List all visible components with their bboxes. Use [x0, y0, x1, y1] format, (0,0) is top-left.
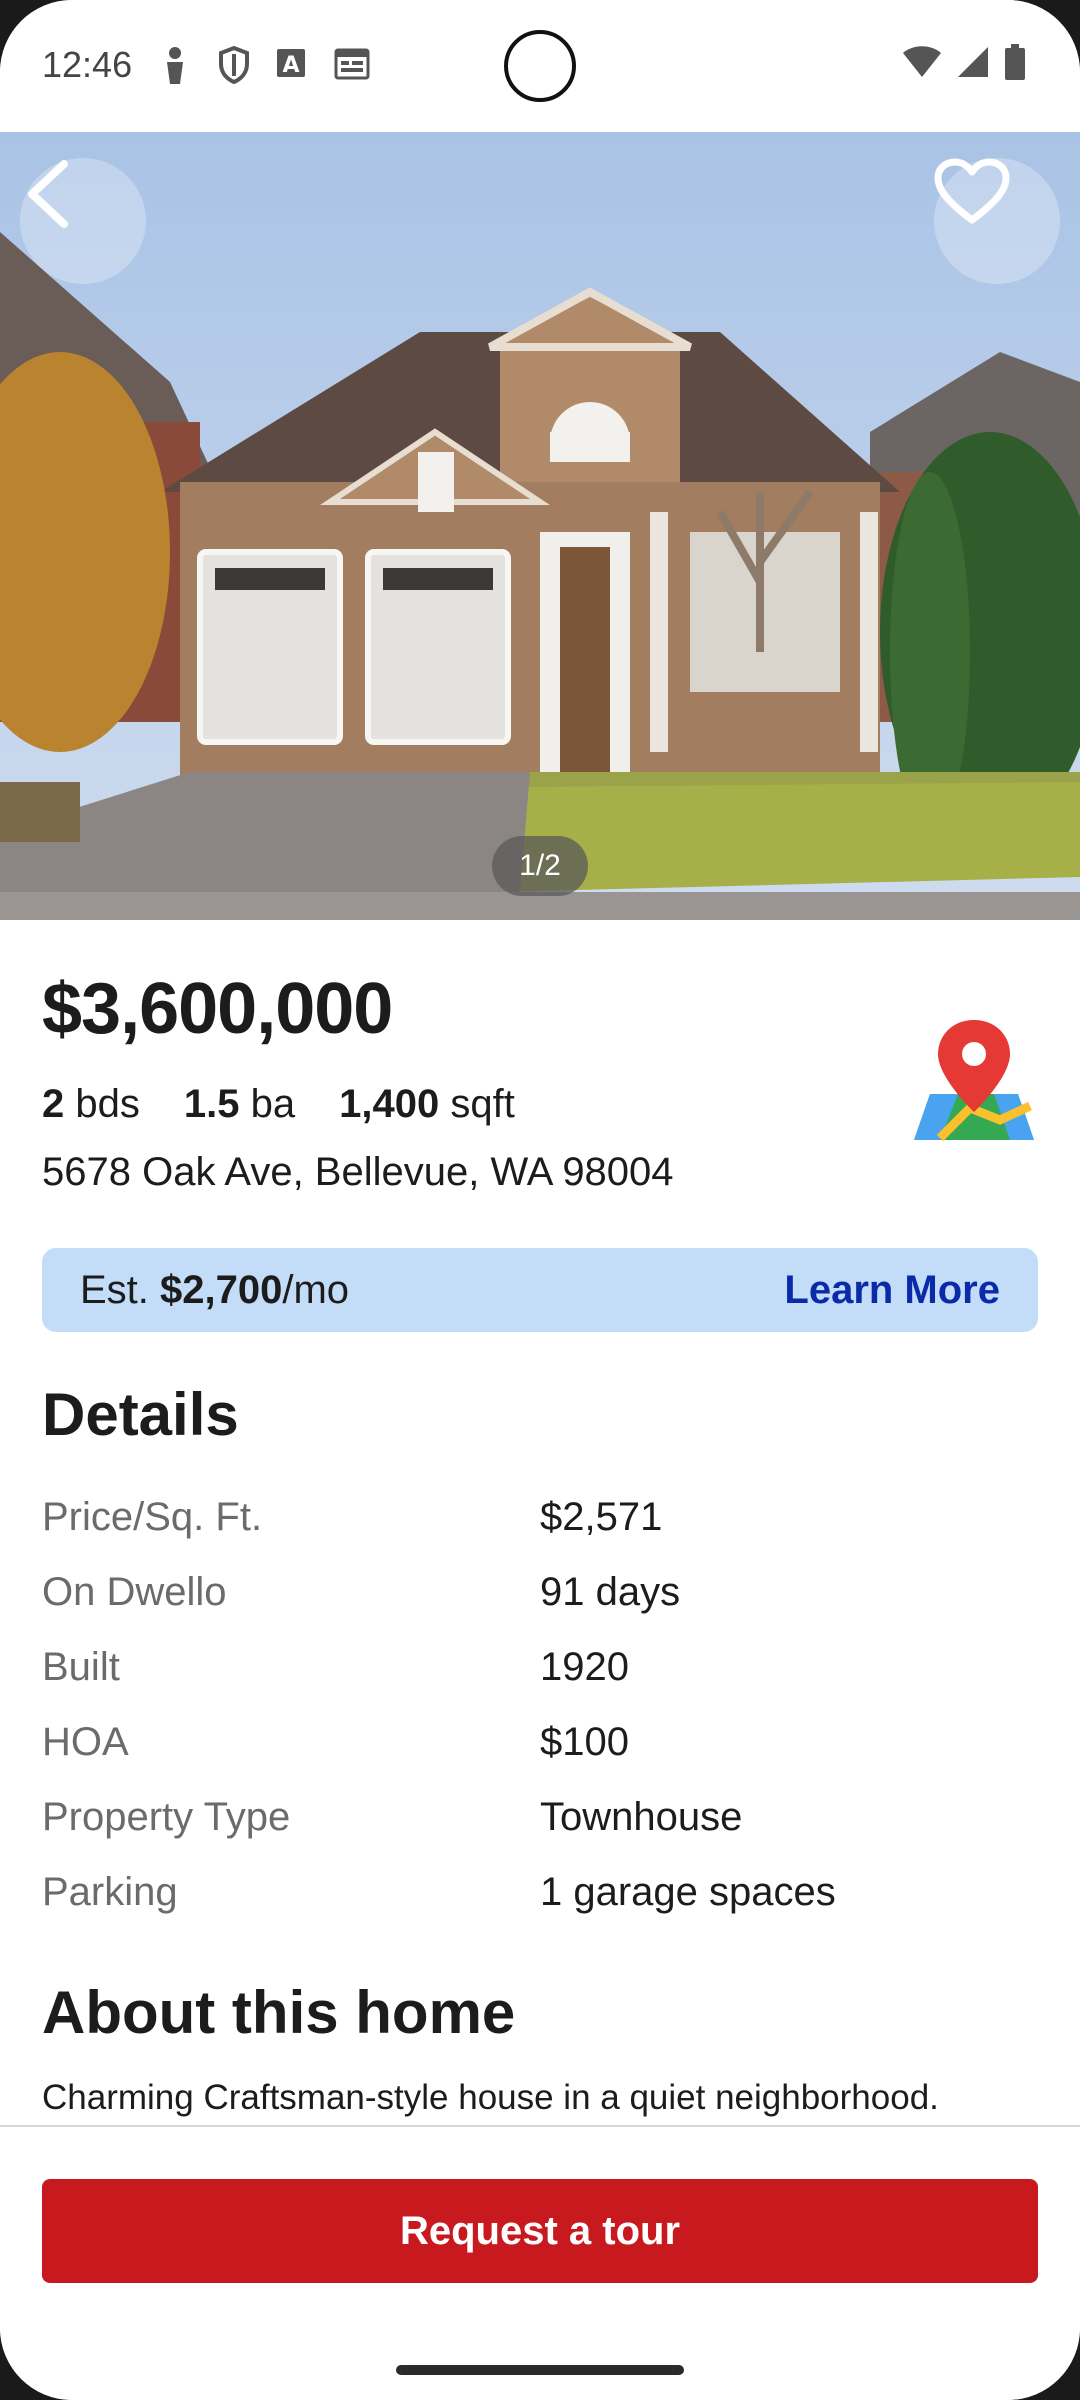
- estimate-amount: $2,700: [160, 1267, 283, 1312]
- estimate-suffix: /mo: [282, 1267, 350, 1312]
- listing-photo-carousel[interactable]: 1/2: [0, 132, 1080, 920]
- wifi-icon: [902, 45, 942, 84]
- calendar-icon: [334, 46, 370, 84]
- learn-more-link[interactable]: Learn More: [784, 1268, 1000, 1313]
- details-heading: Details: [42, 1381, 239, 1448]
- status-icons-left: A: [160, 45, 370, 85]
- baths-unit: ba: [250, 1082, 296, 1126]
- listing-content: $3,600,000 2 bds 1.5 ba 1,400 sqft 5678 …: [0, 920, 1080, 2125]
- estimate-text: Est. $2,700/mo: [80, 1268, 349, 1313]
- detail-row: Built 1920: [42, 1630, 1038, 1705]
- detail-row: HOA $100: [42, 1705, 1038, 1780]
- status-time: 12:46: [42, 44, 133, 85]
- estimate-prefix: Est.: [80, 1267, 149, 1312]
- screen: 12:46 A 1/2 $3,600,000 2 bds 1.5 ba 1,40…: [0, 0, 1080, 2400]
- house-photo: [0, 132, 1080, 920]
- detail-value: 1 garage spaces: [540, 1870, 836, 1914]
- detail-label: Property Type: [42, 1795, 291, 1839]
- camera-cutout: [504, 30, 576, 102]
- detail-value: Townhouse: [540, 1795, 743, 1839]
- detail-label: Built: [42, 1645, 120, 1689]
- detail-row: Property Type Townhouse: [42, 1780, 1038, 1855]
- detail-label: Price/Sq. Ft.: [42, 1495, 263, 1539]
- sqft-unit: sqft: [450, 1082, 515, 1126]
- beds-unit: bds: [75, 1082, 140, 1126]
- listing-address: 5678 Oak Ave, Bellevue, WA 98004: [42, 1150, 674, 1194]
- request-tour-button[interactable]: Request a tour: [42, 2179, 1038, 2283]
- person-icon: [160, 46, 194, 84]
- baths: 1.5 ba: [184, 1082, 295, 1127]
- battery-icon: [1004, 44, 1026, 85]
- shield-icon: [218, 45, 252, 85]
- payment-estimate-bar: Est. $2,700/mo Learn More: [42, 1248, 1038, 1332]
- detail-label: HOA: [42, 1720, 129, 1764]
- detail-value: $2,571: [540, 1495, 663, 1539]
- listing-specs: 2 bds 1.5 ba 1,400 sqft: [42, 1082, 515, 1127]
- photo-counter: 1/2: [492, 836, 588, 896]
- status-bar: 12:46 A: [0, 0, 1080, 132]
- detail-value: 1920: [540, 1645, 629, 1689]
- detail-row: On Dwello 91 days: [42, 1555, 1038, 1630]
- map-pin-icon[interactable]: [910, 1016, 1038, 1144]
- beds-value: 2: [42, 1082, 65, 1126]
- detail-value: 91 days: [540, 1570, 681, 1614]
- back-button[interactable]: [20, 158, 146, 284]
- detail-label: On Dwello: [42, 1570, 227, 1614]
- listing-price: $3,600,000: [42, 969, 393, 1049]
- sqft-value: 1,400: [339, 1082, 440, 1126]
- heart-outline-icon: [934, 158, 1010, 224]
- baths-value: 1.5: [183, 1082, 240, 1126]
- about-heading: About this home: [42, 1979, 516, 2046]
- chevron-left-icon: [28, 160, 68, 228]
- beds: 2 bds: [42, 1082, 140, 1127]
- home-indicator[interactable]: [396, 2365, 684, 2375]
- svg-text:A: A: [282, 53, 299, 78]
- status-icons-right: [902, 44, 1026, 85]
- text-a-icon: A: [276, 46, 310, 84]
- bottom-action-panel: Request a tour: [0, 2125, 1080, 2400]
- sqft: 1,400 sqft: [339, 1082, 515, 1127]
- details-table: Price/Sq. Ft. $2,571 On Dwello 91 days B…: [42, 1480, 1038, 1930]
- signal-icon: [956, 45, 990, 84]
- detail-row: Price/Sq. Ft. $2,571: [42, 1480, 1038, 1555]
- detail-label: Parking: [42, 1870, 178, 1914]
- favorite-button[interactable]: [934, 158, 1060, 284]
- detail-row: Parking 1 garage spaces: [42, 1855, 1038, 1930]
- detail-value: $100: [540, 1720, 629, 1764]
- about-description: Charming Craftsman-style house in a quie…: [42, 2078, 939, 2117]
